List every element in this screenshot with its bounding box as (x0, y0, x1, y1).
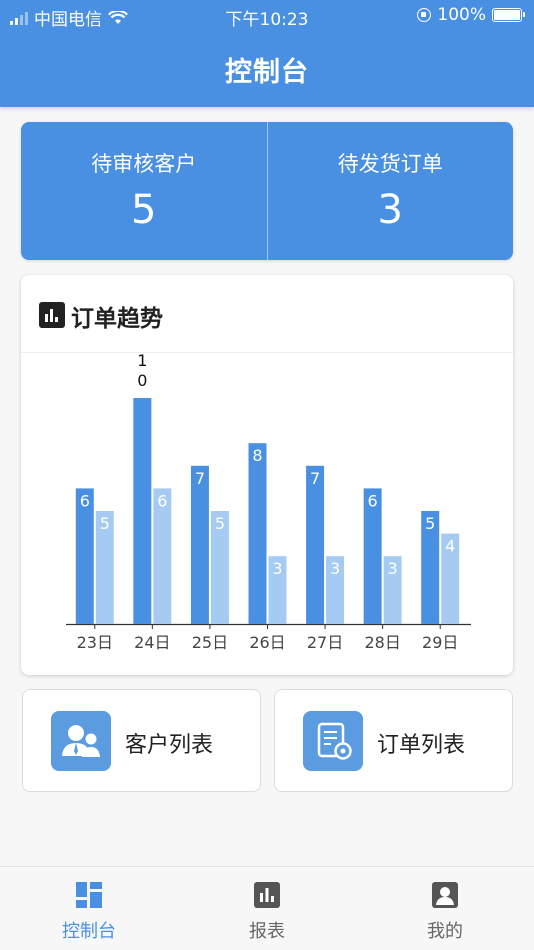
customer-list-button[interactable]: 客户列表 (22, 689, 261, 792)
bar[interactable] (190, 465, 209, 624)
rotation-lock-icon (417, 8, 432, 22)
bar-value-label: 4 (445, 537, 455, 556)
x-tick-label: 27日 (307, 633, 343, 652)
x-tick-label: 29日 (422, 633, 458, 652)
order-trend-chart: 23日6524日10625日7526日8327日7328日6329日54 (66, 354, 471, 652)
order-list-button[interactable]: 订单列表 (274, 689, 513, 792)
stats-panel: 待审核客户 5 待发货订单 3 (21, 122, 513, 260)
customers-icon (51, 711, 111, 771)
bar-value-label: 8 (252, 446, 262, 465)
bar[interactable] (133, 398, 152, 624)
bar-chart-icon (39, 302, 65, 328)
x-tick-label: 25日 (192, 633, 228, 652)
dashboard-icon (75, 881, 103, 909)
stat-label: 待发货订单 (337, 152, 443, 176)
x-tick-label: 28日 (364, 633, 400, 652)
bar-value-label: 3 (272, 559, 282, 578)
stat-pending-customers[interactable]: 待审核客户 5 (21, 122, 267, 260)
bar[interactable] (306, 465, 325, 624)
tab-label: 报表 (249, 921, 285, 942)
stat-pending-orders[interactable]: 待发货订单 3 (266, 122, 514, 260)
order-trend-card: 订单趋势 23日 6 5 24日 1 0 6 25日 7 5 26日 8 3 27日 7 3 28日 6 3 29日 5… (21, 275, 513, 675)
bar-value-label: 3 (330, 559, 340, 578)
tab-bar: 控制台 报表 我的 (0, 866, 534, 950)
top-bar: 中国电信 下午10:23 100% 控制台 (0, 0, 534, 107)
stat-value: 3 (377, 187, 403, 233)
stat-label: 待审核客户 (91, 152, 197, 176)
bar-value-label: 7 (310, 469, 320, 488)
x-tick-label: 23日 (77, 633, 113, 652)
tab-label: 我的 (427, 921, 463, 942)
bar-value-label: 6 (80, 491, 90, 510)
battery-percent: 100% (437, 5, 486, 25)
page-title: 控制台 (225, 57, 309, 88)
stat-value: 5 (131, 187, 157, 233)
shortcut-label: 订单列表 (377, 733, 466, 758)
bar-value-label: 5 (100, 514, 110, 533)
bar-value-label: 5 (215, 514, 225, 533)
tab-report[interactable]: 报表 (178, 867, 356, 950)
bar-value-label: 6 (368, 491, 378, 510)
bar-value-label: 1 (137, 354, 147, 370)
chart-header: 订单趋势 (21, 275, 513, 353)
bar-value-label: 7 (195, 469, 205, 488)
bar-value-label: 3 (388, 559, 398, 578)
status-bar: 中国电信 下午10:23 100% (0, 0, 534, 32)
order-settings-icon (303, 711, 363, 771)
bar-value-label: 0 (137, 371, 147, 390)
bar-value-label: 5 (425, 514, 435, 533)
x-tick-label: 24日 (134, 633, 170, 652)
tab-dashboard[interactable]: 控制台 (0, 867, 178, 950)
chart-title: 订单趋势 (71, 306, 163, 332)
tab-label: 控制台 (62, 921, 116, 942)
report-icon (253, 881, 281, 909)
bar[interactable] (248, 443, 267, 624)
profile-icon (431, 881, 459, 909)
bar-value-label: 6 (157, 491, 167, 510)
shortcut-label: 客户列表 (125, 733, 214, 758)
x-tick-label: 26日 (249, 633, 285, 652)
tab-profile[interactable]: 我的 (356, 867, 534, 950)
battery-icon (492, 8, 525, 22)
